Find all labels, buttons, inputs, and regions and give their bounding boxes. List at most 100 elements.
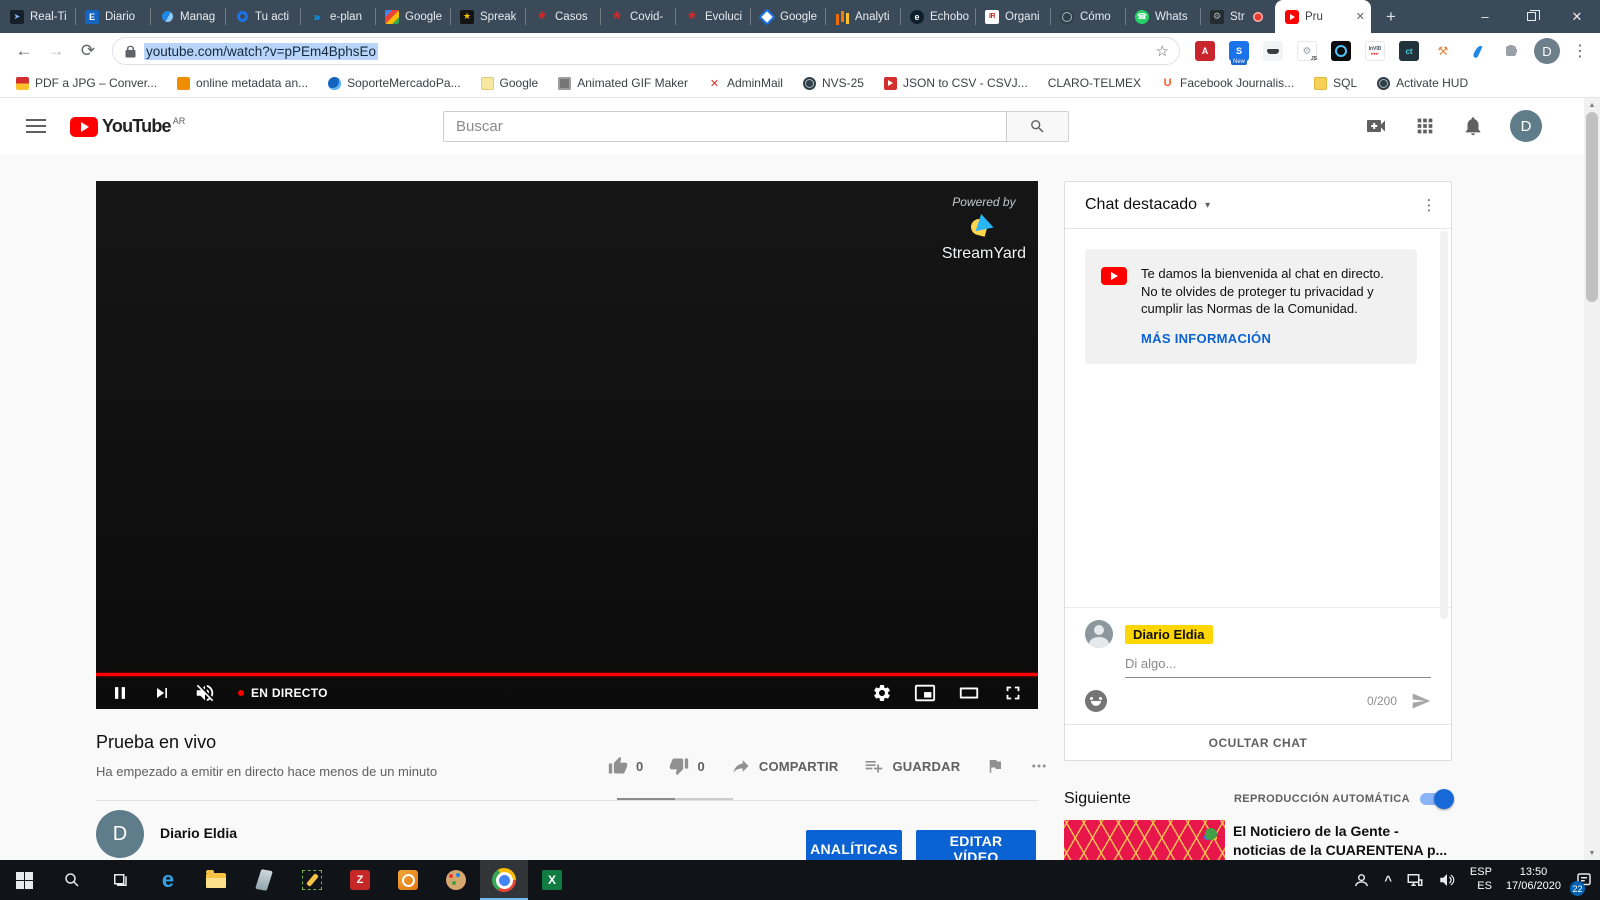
forward-button[interactable]: → [42, 37, 70, 65]
fullscreen-icon[interactable] [1002, 682, 1024, 704]
scrollbar-down-icon[interactable]: ▼ [1584, 846, 1600, 860]
browser-tab-google1[interactable]: Google [375, 0, 450, 33]
browser-tab-active-youtube[interactable]: Pru✕ [1275, 0, 1371, 33]
file-explorer-taskbar-icon[interactable] [192, 860, 240, 900]
chat-input-field[interactable]: Di algo... [1125, 656, 1431, 678]
like-button[interactable]: 0 [608, 756, 643, 776]
taskbar-search-button[interactable] [48, 860, 96, 900]
autoplay-toggle[interactable] [1420, 793, 1452, 805]
chat-menu-icon[interactable]: ⋮ [1417, 196, 1441, 214]
extensions-puzzle-icon[interactable] [1501, 41, 1521, 61]
browser-tab-google2[interactable]: Google [750, 0, 825, 33]
show-hidden-icons-button[interactable]: ^ [1377, 860, 1399, 900]
youtube-logo[interactable]: YouTube AR [70, 116, 185, 137]
tab-close-icon[interactable]: ✕ [1356, 10, 1365, 23]
browser-tab-casos[interactable]: Casos [525, 0, 600, 33]
chevron-down-icon[interactable]: ▾ [1205, 200, 1210, 211]
save-button[interactable]: GUARDAR [864, 756, 960, 776]
network-tray-icon[interactable] [1399, 860, 1431, 900]
channel-avatar[interactable]: D [96, 810, 144, 858]
office-app-taskbar-icon[interactable] [384, 860, 432, 900]
browser-tab-spreaker[interactable]: Spreak [450, 0, 525, 33]
scrollbar-up-icon[interactable]: ▲ [1584, 98, 1600, 112]
search-button[interactable] [1007, 111, 1069, 142]
page-scrollbar[interactable]: ▲ ▼ [1584, 98, 1600, 860]
bookmark-sql[interactable]: SQL [1314, 76, 1357, 90]
bookmark-activate-hud[interactable]: Activate HUD [1377, 76, 1468, 90]
snipping-tool-taskbar-icon[interactable] [288, 860, 336, 900]
paint-taskbar-icon[interactable] [432, 860, 480, 900]
chat-scrollbar[interactable] [1440, 231, 1448, 619]
start-button[interactable] [0, 860, 48, 900]
feather-extension-icon[interactable] [1467, 41, 1487, 61]
browser-menu-icon[interactable]: ⋮ [1568, 41, 1592, 61]
new-s-extension-icon[interactable] [1229, 41, 1249, 61]
bookmark-nvs25[interactable]: NVS-25 [803, 76, 864, 90]
browser-tab-eplanning[interactable]: e-plan [300, 0, 375, 33]
bookmark-star-icon[interactable]: ☆ [1156, 42, 1169, 60]
miniplayer-icon[interactable] [914, 682, 936, 704]
chat-mode-selector[interactable]: Chat destacado [1085, 196, 1197, 214]
edit-video-button[interactable]: EDITAR VÍDEO [916, 830, 1036, 860]
excel-taskbar-icon[interactable]: X [528, 860, 576, 900]
video-player[interactable]: Powered by StreamYard EN DIRECTO [96, 181, 1038, 709]
task-view-button[interactable] [96, 860, 144, 900]
clock-indicator[interactable]: 13:50 17/06/2020 [1499, 860, 1568, 900]
report-flag-button[interactable] [986, 757, 1004, 775]
next-button[interactable] [152, 683, 172, 703]
invid-extension-icon[interactable] [1365, 41, 1385, 61]
browser-profile-avatar[interactable]: D [1534, 38, 1560, 64]
create-video-icon[interactable] [1364, 114, 1388, 138]
hamburger-menu-icon[interactable] [26, 119, 46, 133]
js-gear-extension-icon[interactable] [1297, 41, 1317, 61]
bookmark-online-metadata[interactable]: online metadata an... [177, 76, 308, 90]
people-tray-icon[interactable] [1346, 860, 1377, 900]
next-video-item[interactable]: El Noticiero de la Gente - noticias de l… [1064, 820, 1452, 860]
browser-tab-diario[interactable]: Diario [75, 0, 150, 33]
volume-tray-icon[interactable] [1431, 860, 1463, 900]
bookmark-facebook-journalism[interactable]: Facebook Journalis... [1161, 76, 1294, 90]
hide-chat-button[interactable]: OCULTAR CHAT [1209, 736, 1308, 750]
bookmark-claro-telmex[interactable]: CLARO-TELMEX [1048, 76, 1141, 90]
mask-extension-icon[interactable] [1263, 41, 1283, 61]
scrollbar-thumb[interactable] [1586, 112, 1598, 302]
browser-tab-activity[interactable]: Tu acti [225, 0, 300, 33]
language-indicator[interactable]: ESP ES [1463, 860, 1499, 900]
settings-gear-icon[interactable] [872, 683, 892, 703]
browser-tab-streamyard[interactable]: Str [1200, 0, 1275, 33]
window-close-button[interactable]: ✕ [1554, 0, 1600, 33]
reload-button[interactable]: ⟳ [74, 37, 102, 65]
bookmark-pdf-a-jpg[interactable]: PDF a JPG – Conver... [16, 76, 157, 90]
dislike-button[interactable]: 0 [669, 756, 704, 776]
adobe-acrobat-extension-icon[interactable] [1195, 41, 1215, 61]
emoji-icon[interactable] [1085, 690, 1107, 712]
pdf-app-taskbar-icon[interactable]: Z [336, 860, 384, 900]
bookmark-soporte-mercadopago[interactable]: SoporteMercadoPa... [328, 76, 460, 90]
account-avatar[interactable]: D [1510, 110, 1542, 142]
browser-tab-realtime[interactable]: Real-Ti [0, 0, 75, 33]
address-bar[interactable]: youtube.com/watch?v=pPEm4BphsEo ☆ [112, 37, 1180, 65]
browser-tab-whatsapp[interactable]: Whats [1125, 0, 1200, 33]
bookmark-json-to-csv[interactable]: JSON to CSV - CSVJ... [884, 76, 1028, 90]
bookmark-gif-maker[interactable]: Animated GIF Maker [558, 76, 688, 90]
target-extension-icon[interactable] [1331, 41, 1351, 61]
edge-taskbar-icon[interactable]: e [144, 860, 192, 900]
browser-tab-evolucion[interactable]: Evoluci [675, 0, 750, 33]
search-input[interactable]: Buscar [443, 111, 1007, 142]
bookmark-google[interactable]: Google [481, 76, 539, 90]
browser-tab-como[interactable]: Cómo [1050, 0, 1125, 33]
share-button[interactable]: COMPARTIR [731, 756, 839, 776]
browser-tab-organic[interactable]: Organi [975, 0, 1050, 33]
bookmark-adminmail[interactable]: AdminMail [708, 76, 783, 90]
channel-name[interactable]: Diario Eldia [160, 825, 237, 841]
ct-extension-icon[interactable] [1399, 41, 1419, 61]
browser-tab-echobox[interactable]: Echobo [900, 0, 975, 33]
action-center-button[interactable]: 22 [1568, 860, 1600, 900]
browser-tab-covid[interactable]: Covid- [600, 0, 675, 33]
volume-muted-icon[interactable] [194, 682, 216, 704]
notifications-bell-icon[interactable] [1462, 115, 1484, 137]
send-icon[interactable] [1411, 691, 1431, 711]
back-button[interactable]: ← [10, 37, 38, 65]
your-phone-taskbar-icon[interactable] [240, 860, 288, 900]
more-actions-button[interactable] [1030, 757, 1048, 775]
